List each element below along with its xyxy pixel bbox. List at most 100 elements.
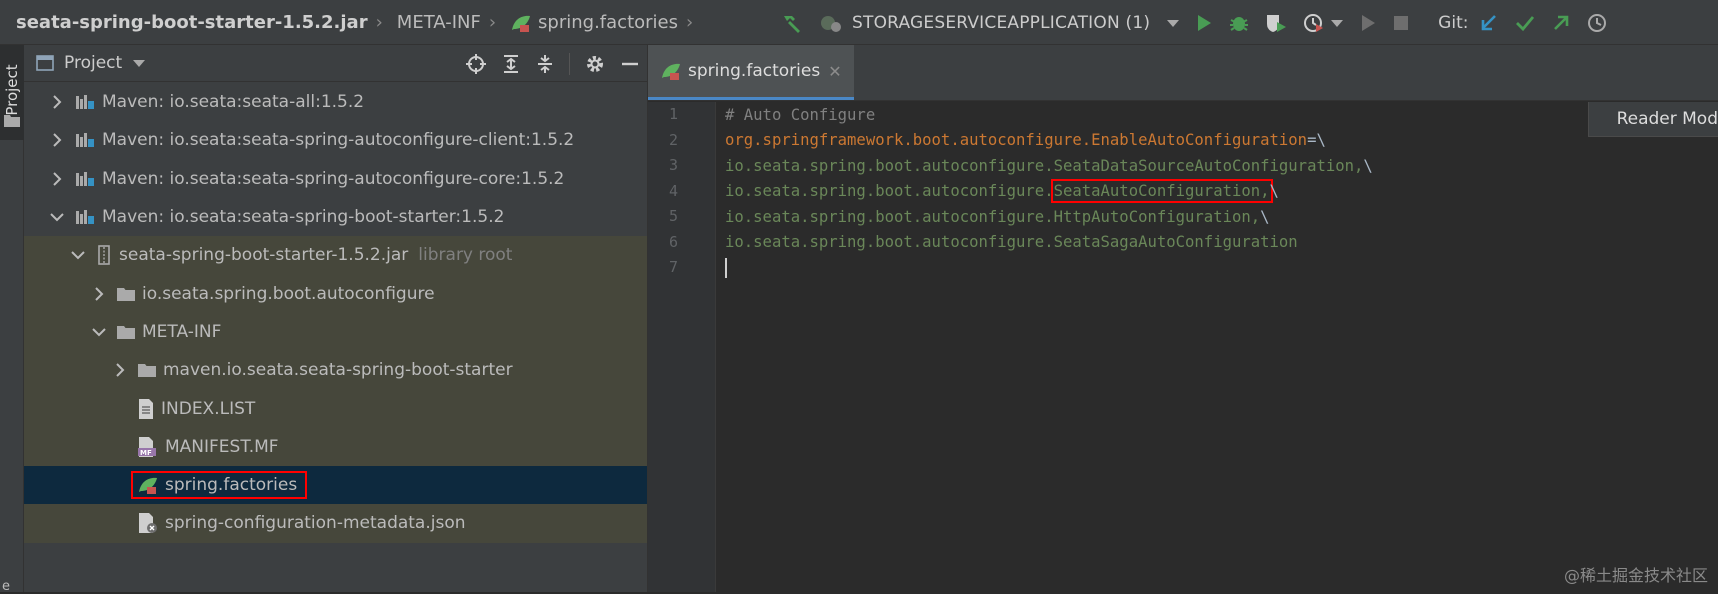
chevron-down-icon[interactable]: [92, 327, 106, 337]
code-line: # Auto Configure: [725, 102, 1373, 128]
manifest-file-icon: MF: [137, 436, 159, 458]
chevron-right-icon: ›: [488, 12, 497, 33]
code-line: org.springframework.boot.autoconfigure.E…: [725, 128, 1373, 154]
coverage-icon[interactable]: [1264, 12, 1288, 34]
git-push-icon[interactable]: [1550, 12, 1572, 34]
code-line: [725, 255, 1373, 281]
tree-row-label: INDEX.LIST: [161, 398, 256, 419]
folder-icon: [116, 323, 136, 341]
code-line: io.seata.spring.boot.autoconfigure.Seata…: [725, 179, 1373, 205]
code-token: \: [1269, 182, 1279, 201]
code-line: io.seata.spring.boot.autoconfigure.HttpA…: [725, 204, 1373, 230]
run-config-selector[interactable]: STORAGESERVICEAPPLICATION (1): [852, 13, 1150, 33]
breadcrumb-meta-inf[interactable]: META-INF: [397, 12, 481, 33]
tree-row[interactable]: spring.factories: [24, 465, 647, 505]
tree-row-label: io.seata.spring.boot.autoconfigure: [142, 283, 435, 304]
code-token: # Auto Configure: [725, 105, 876, 124]
code-token: io.seata.spring.boot.autoconfigure.Seata…: [725, 156, 1364, 175]
run-config-icon: [818, 12, 844, 34]
chevron-down-icon[interactable]: [71, 250, 85, 260]
chevron-right-icon: ›: [375, 12, 383, 33]
code-token: \: [1363, 156, 1373, 175]
editor-tab-spring-factories[interactable]: spring.factories ✕: [648, 45, 854, 100]
chevron-right-icon[interactable]: [50, 95, 64, 109]
run-icon[interactable]: [1194, 13, 1214, 33]
breadcrumb: seata-spring-boot-starter-1.5.2.jar › ME…: [16, 0, 707, 45]
project-view-icon: [36, 55, 54, 71]
folder-icon: [137, 361, 157, 379]
attach-icon[interactable]: [1358, 13, 1378, 33]
minimize-icon[interactable]: [620, 53, 640, 75]
tree-row-label: Maven: io.seata:seata-spring-boot-starte…: [102, 207, 505, 228]
close-icon[interactable]: ✕: [828, 62, 841, 81]
library-root-label: library root: [418, 245, 513, 266]
editor-tab-bar: spring.factories ✕: [648, 45, 1718, 101]
dropdown-icon[interactable]: [1330, 18, 1344, 28]
code-editor[interactable]: # Auto Configure org.springframework.boot…: [725, 102, 1373, 281]
breadcrumb-spring-factories[interactable]: spring.factories: [538, 12, 678, 33]
git-update-icon[interactable]: [1478, 12, 1500, 34]
tree-row-label: spring.factories: [165, 475, 298, 496]
tree-row[interactable]: MF MANIFEST.MF: [24, 427, 647, 466]
tab-label: spring.factories: [688, 61, 821, 81]
line-number: 4: [668, 181, 678, 200]
maven-library-icon: [74, 208, 96, 226]
line-number: 6: [668, 232, 678, 251]
code-token: io.seata.spring.boot.autoconfigure.HttpA…: [725, 207, 1261, 226]
line-number: 1: [668, 105, 678, 123]
tree-row[interactable]: META-INF: [24, 312, 647, 352]
code-token: \: [1260, 207, 1270, 226]
tree-row[interactable]: maven.io.seata.seata-spring-boot-starter: [24, 351, 647, 390]
breadcrumb-jar[interactable]: seata-spring-boot-starter-1.5.2.jar: [16, 12, 368, 33]
stop-icon[interactable]: [1392, 14, 1410, 32]
chevron-right-icon[interactable]: [113, 363, 127, 377]
gear-icon[interactable]: [584, 53, 606, 75]
tree-row[interactable]: Maven: io.seata:seata-spring-autoconfigu…: [24, 121, 647, 159]
tree-row[interactable]: INDEX.LIST: [24, 389, 647, 428]
chevron-right-icon[interactable]: [50, 133, 64, 148]
tree-row[interactable]: io.seata.spring.boot.autoconfigure: [24, 274, 647, 313]
spring-file-icon: [510, 13, 532, 33]
locate-icon[interactable]: [465, 53, 487, 75]
tree-row[interactable]: seata-spring-boot-starter-1.5.2.jar libra…: [24, 236, 647, 275]
chevron-right-icon[interactable]: [50, 172, 64, 186]
project-tool-window-button[interactable]: Project: [0, 45, 24, 140]
spring-file-icon: [660, 61, 682, 81]
tree-row[interactable]: Maven: io.seata:seata-spring-boot-starte…: [24, 198, 647, 236]
history-icon[interactable]: [1586, 12, 1608, 34]
json-file-icon: [137, 512, 159, 534]
text-file-icon: [137, 398, 155, 420]
run-toolbar: STORAGESERVICEAPPLICATION (1) Git:: [780, 0, 1622, 45]
tree-row-label: seata-spring-boot-starter-1.5.2.jar: [119, 245, 409, 266]
jar-icon: [95, 245, 113, 266]
maven-library-icon: [74, 170, 96, 188]
hammer-icon[interactable]: [780, 12, 804, 34]
dropdown-icon[interactable]: [132, 58, 146, 68]
git-commit-icon[interactable]: [1514, 12, 1536, 34]
code-token: io.seata.spring.boot.autoconfigure.Seata…: [725, 233, 1298, 252]
tree-row-label: spring-configuration-metadata.json: [165, 513, 466, 534]
folder-icon: [116, 285, 136, 303]
folder-icon: [4, 113, 20, 127]
tree-row[interactable]: Maven: io.seata:seata-spring-autoconfigu…: [24, 160, 647, 198]
chevron-right-icon[interactable]: [92, 286, 106, 301]
panel-title[interactable]: Project: [64, 53, 122, 73]
debug-icon[interactable]: [1228, 12, 1250, 34]
profile-icon[interactable]: [1302, 12, 1326, 34]
tree-row[interactable]: spring-configuration-metadata.json: [24, 504, 647, 543]
highlighted-code-token: SeataAutoConfiguration,: [1050, 179, 1273, 204]
dropdown-icon[interactable]: [1166, 18, 1180, 28]
expand-all-icon[interactable]: [501, 53, 521, 75]
maven-library-icon: [74, 131, 96, 149]
highlight-box: spring.factories: [130, 471, 308, 500]
line-number: 3: [668, 156, 678, 174]
code-line: io.seata.spring.boot.autoconfigure.Seata…: [725, 153, 1373, 179]
reader-mode-button[interactable]: Reader Mod: [1587, 102, 1718, 137]
collapse-all-icon[interactable]: [535, 53, 555, 75]
line-number: 7: [668, 258, 678, 276]
tree-row-label: META-INF: [142, 321, 222, 342]
tree-row-label: maven.io.seata.seata-spring-boot-starter: [163, 360, 513, 381]
chevron-down-icon[interactable]: [50, 212, 64, 222]
tree-row[interactable]: Maven: io.seata:seata-all:1.5.2: [24, 83, 647, 121]
git-label: Git:: [1438, 12, 1469, 33]
